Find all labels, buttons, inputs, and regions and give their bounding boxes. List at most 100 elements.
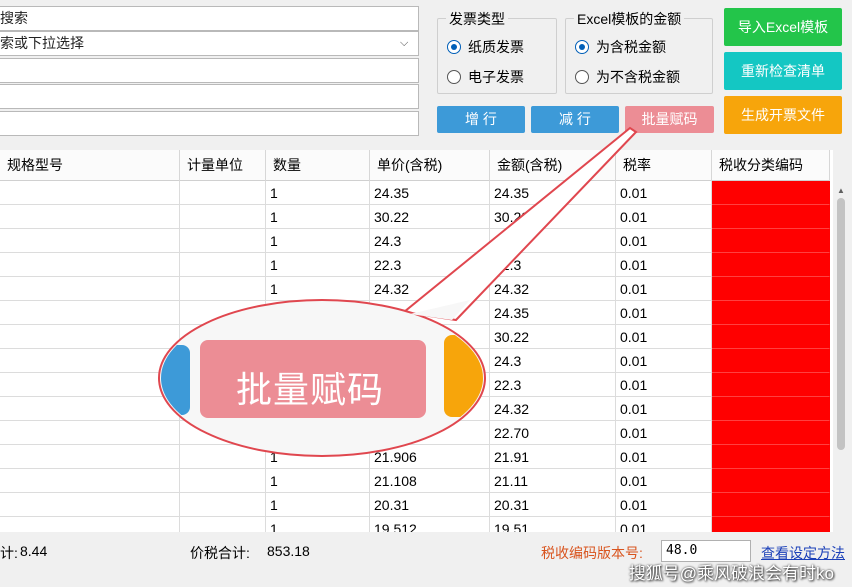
cell-col-amount[interactable]: 20.31 — [490, 493, 616, 517]
cell-col-tax-code[interactable] — [712, 277, 830, 301]
cell-col-spec[interactable] — [0, 277, 180, 301]
cell-col-amount[interactable]: 22.70 — [490, 421, 616, 445]
cell-col-tax-code[interactable] — [712, 397, 830, 421]
input-row-5[interactable] — [0, 111, 419, 136]
cell-col-tax-code[interactable] — [712, 349, 830, 373]
header-col-qty[interactable]: 数量 — [266, 150, 370, 181]
cell-col-tax-rate[interactable]: 0.01 — [616, 493, 712, 517]
cell-col-price[interactable]: 21.906 — [370, 445, 490, 469]
table-row[interactable]: 1 21.108 21.11 0.01 — [0, 469, 830, 493]
cell-col-unit[interactable] — [180, 277, 266, 301]
cell-col-qty[interactable]: 1 — [266, 181, 370, 205]
cell-col-spec[interactable] — [0, 325, 180, 349]
table-row[interactable]: 1 22.3 22.3 0.01 — [0, 253, 830, 277]
cell-col-tax-rate[interactable]: 0.01 — [616, 229, 712, 253]
cell-col-qty[interactable]: 1 — [266, 469, 370, 493]
radio-electronic-invoice[interactable]: 电子发票 — [447, 67, 524, 87]
cell-col-spec[interactable] — [0, 469, 180, 493]
radio-tax-inclusive[interactable]: 为含税金额 — [575, 37, 666, 57]
cell-col-tax-rate[interactable]: 0.01 — [616, 301, 712, 325]
cell-col-price[interactable] — [370, 421, 490, 445]
radio-paper-invoice[interactable]: 纸质发票 — [447, 37, 524, 57]
import-excel-button[interactable]: 导入Excel模板 — [724, 8, 842, 46]
cell-col-tax-rate[interactable]: 0.01 — [616, 277, 712, 301]
cell-col-price[interactable]: 24.3 — [370, 229, 490, 253]
cell-col-qty[interactable] — [266, 325, 370, 349]
cell-col-price[interactable] — [370, 373, 490, 397]
cell-col-tax-code[interactable] — [712, 205, 830, 229]
cell-col-tax-code[interactable] — [712, 253, 830, 277]
cell-col-tax-code[interactable] — [712, 517, 830, 532]
cell-col-spec[interactable] — [0, 517, 180, 532]
cell-col-price[interactable]: 19.512 — [370, 517, 490, 532]
cell-col-unit[interactable] — [180, 301, 266, 325]
header-col-tax-code[interactable]: 税收分类编码 — [712, 150, 830, 181]
cell-col-tax-code[interactable] — [712, 181, 830, 205]
cell-col-tax-rate[interactable]: 0.01 — [616, 205, 712, 229]
table-row[interactable]: 1 24.35 24.35 0.01 — [0, 181, 830, 205]
cell-col-tax-code[interactable] — [712, 493, 830, 517]
cell-col-amount[interactable]: 22.3 — [490, 253, 616, 277]
radio-tax-exclusive[interactable]: 为不含税金额 — [575, 67, 680, 87]
cell-col-spec[interactable] — [0, 493, 180, 517]
cell-col-tax-rate[interactable]: 0.01 — [616, 181, 712, 205]
input-row-4[interactable] — [0, 84, 419, 109]
search-field[interactable]: 搜索 — [0, 6, 419, 31]
cell-col-qty[interactable]: 1 — [266, 493, 370, 517]
scroll-up-icon[interactable]: ▲ — [837, 186, 845, 195]
table-row[interactable]: 1 24.3 24.3 0.01 — [0, 229, 830, 253]
header-col-amount[interactable]: 金额(含税) — [490, 150, 616, 181]
cell-col-amount[interactable]: 21.11 — [490, 469, 616, 493]
table-row[interactable]: 24.35 0.01 — [0, 301, 830, 325]
cell-col-spec[interactable] — [0, 229, 180, 253]
cell-col-spec[interactable] — [0, 253, 180, 277]
cell-col-tax-code[interactable] — [712, 469, 830, 493]
cell-col-tax-rate[interactable]: 0.01 — [616, 397, 712, 421]
cell-col-unit[interactable] — [180, 493, 266, 517]
cell-col-unit[interactable] — [180, 205, 266, 229]
cell-col-spec[interactable] — [0, 349, 180, 373]
batch-code-button[interactable]: 批量赋码 — [625, 106, 714, 133]
cell-col-qty[interactable]: 1 — [266, 205, 370, 229]
cell-col-unit[interactable] — [180, 253, 266, 277]
cell-col-tax-code[interactable] — [712, 421, 830, 445]
cell-col-spec[interactable] — [0, 181, 180, 205]
cell-col-tax-rate[interactable]: 0.01 — [616, 373, 712, 397]
table-row[interactable]: 22.70 0.01 — [0, 421, 830, 445]
cell-col-tax-rate[interactable]: 0.01 — [616, 325, 712, 349]
cell-col-unit[interactable] — [180, 421, 266, 445]
cell-col-price[interactable]: 22.3 — [370, 253, 490, 277]
header-col-tax-rate[interactable]: 税率 — [616, 150, 712, 181]
table-row[interactable]: 1 24.32 24.32 0.01 — [0, 277, 830, 301]
cell-col-amount[interactable]: 24.3 — [490, 229, 616, 253]
cell-col-price[interactable]: 24.32 — [370, 277, 490, 301]
generate-file-button[interactable]: 生成开票文件 — [724, 96, 842, 134]
cell-col-tax-rate[interactable]: 0.01 — [616, 253, 712, 277]
cell-col-tax-code[interactable] — [712, 325, 830, 349]
cell-col-qty[interactable]: 1 — [266, 277, 370, 301]
table-row[interactable]: 24.32 0.01 — [0, 397, 830, 421]
table-row[interactable]: 1 30.22 30.22 0.01 — [0, 205, 830, 229]
cell-col-qty[interactable] — [266, 421, 370, 445]
scrollbar-thumb[interactable] — [837, 198, 845, 450]
product-select[interactable]: 索或下拉选择 ⌵ — [0, 31, 419, 56]
cell-col-tax-rate[interactable]: 0.01 — [616, 445, 712, 469]
cell-col-unit[interactable] — [180, 445, 266, 469]
table-row[interactable]: 1 19.512 19.51 0.01 — [0, 517, 830, 532]
cell-col-tax-code[interactable] — [712, 373, 830, 397]
cell-col-tax-rate[interactable]: 0.01 — [616, 349, 712, 373]
vertical-scrollbar[interactable]: ▲ — [833, 150, 852, 532]
add-row-button[interactable]: 增 行 — [437, 106, 525, 133]
cell-col-spec[interactable] — [0, 301, 180, 325]
table-row[interactable]: 1 20.31 20.31 0.01 — [0, 493, 830, 517]
cell-col-qty[interactable]: 1 — [266, 517, 370, 532]
cell-col-tax-rate[interactable]: 0.01 — [616, 517, 712, 532]
header-col-spec[interactable]: 规格型号 — [0, 150, 180, 181]
cell-col-price[interactable]: 20.31 — [370, 493, 490, 517]
cell-col-price[interactable] — [370, 349, 490, 373]
table-row[interactable]: 24.3 0.01 — [0, 349, 830, 373]
cell-col-unit[interactable] — [180, 517, 266, 532]
cell-col-qty[interactable] — [266, 301, 370, 325]
cell-col-price[interactable]: 30.22 — [370, 205, 490, 229]
cell-col-amount[interactable]: 30.22 — [490, 325, 616, 349]
